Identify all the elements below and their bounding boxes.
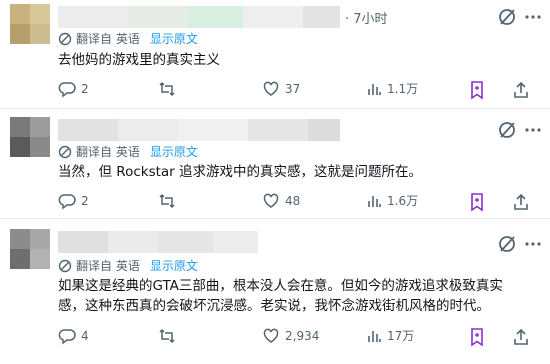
like-icon xyxy=(263,328,279,343)
reply-count: 4 xyxy=(81,329,89,343)
like-count: 37 xyxy=(285,82,301,96)
bookmark-icon[interactable] xyxy=(468,80,486,100)
share-icon[interactable] xyxy=(512,192,530,212)
translate-label: 翻译自 英语 xyxy=(76,145,140,159)
repost-button[interactable] xyxy=(158,327,181,347)
reply-button[interactable]: 2 xyxy=(58,192,89,212)
author-name-blurred[interactable] xyxy=(58,6,340,28)
post-2: 翻译自 英语 显示原文 当然，但 Rockstar 追求游戏中的真实感，这就是问题… xyxy=(0,109,550,213)
views-count: 1.6万 xyxy=(387,194,419,208)
post-text: 当然，但 Rockstar 追求游戏中的真实感，这就是问题所在。 xyxy=(58,162,422,182)
post-text-line: 感，这种东西真的会破坏沉浸感。老实说，我怀念游戏街机风格的时代。 xyxy=(58,298,490,314)
repost-button[interactable] xyxy=(158,192,181,212)
avatar[interactable] xyxy=(10,117,50,157)
views-icon xyxy=(368,196,381,207)
action-bar: 4 2,934 17万 xyxy=(58,327,538,347)
more-icon[interactable] xyxy=(522,233,544,255)
reply-count: 2 xyxy=(81,194,89,208)
translate-icon xyxy=(58,145,72,159)
share-icon[interactable] xyxy=(512,80,530,100)
views-button[interactable]: 1.6万 xyxy=(366,192,418,212)
avatar[interactable] xyxy=(10,229,50,269)
like-count: 48 xyxy=(285,194,301,208)
reply-icon xyxy=(58,82,76,98)
more-icon[interactable] xyxy=(522,119,544,141)
reply-button[interactable]: 4 xyxy=(58,327,89,347)
like-button[interactable]: 37 xyxy=(262,80,300,100)
like-button[interactable]: 2,934 xyxy=(262,327,319,347)
translation-note: 翻译自 英语 显示原文 xyxy=(58,143,198,160)
post-text-line: 当然，但 Rockstar 追求游戏中的真实感，这就是问题所在。 xyxy=(58,164,423,180)
action-bar: 2 48 1.6万 xyxy=(58,192,538,212)
translate-icon xyxy=(58,32,72,46)
post-3: 翻译自 英语 显示原文 如果这是经典的GTA三部曲，根本没人会在意。但如今的游戏追… xyxy=(0,219,550,364)
grok-icon[interactable] xyxy=(496,6,518,28)
like-count: 2,934 xyxy=(285,329,320,343)
views-icon xyxy=(368,331,381,342)
post-1: · 7小时 翻译自 英语 显示原文 去他妈的游戏里的真实主义 2 37 1.1万 xyxy=(0,0,550,108)
translation-note: 翻译自 英语 显示原文 xyxy=(58,257,198,274)
reply-icon xyxy=(58,194,76,210)
show-original-link[interactable]: 显示原文 xyxy=(150,145,198,159)
action-bar: 2 37 1.1万 xyxy=(58,80,538,100)
views-count: 1.1万 xyxy=(387,82,419,96)
views-button[interactable]: 1.1万 xyxy=(366,80,418,100)
post-time[interactable]: · 7小时 xyxy=(345,8,388,27)
avatar[interactable] xyxy=(10,4,50,44)
translate-label: 翻译自 英语 xyxy=(76,32,140,46)
post-text: 如果这是经典的GTA三部曲，根本没人会在意。但如今的游戏追求极致真实 感，这种东… xyxy=(58,276,528,316)
like-icon xyxy=(263,193,279,208)
show-original-link[interactable]: 显示原文 xyxy=(150,32,198,46)
post-text-line: 去他妈的游戏里的真实主义 xyxy=(58,52,220,68)
share-icon[interactable] xyxy=(512,327,530,347)
views-count: 17万 xyxy=(387,329,415,343)
show-original-link[interactable]: 显示原文 xyxy=(150,259,198,273)
post-text-line: 如果这是经典的GTA三部曲，根本没人会在意。但如今的游戏追求极致真实 xyxy=(58,278,503,294)
grok-icon[interactable] xyxy=(496,233,518,255)
translation-note: 翻译自 英语 显示原文 xyxy=(58,30,198,47)
author-name-blurred[interactable] xyxy=(58,231,258,253)
views-icon xyxy=(368,84,381,95)
like-button[interactable]: 48 xyxy=(262,192,300,212)
repost-icon xyxy=(159,193,175,209)
translate-icon xyxy=(58,259,72,273)
post-text: 去他妈的游戏里的真实主义 xyxy=(58,50,220,70)
more-icon[interactable] xyxy=(522,6,544,28)
bookmark-icon[interactable] xyxy=(468,192,486,212)
views-button[interactable]: 17万 xyxy=(366,327,414,347)
grok-icon[interactable] xyxy=(496,119,518,141)
reply-icon xyxy=(58,329,76,345)
translate-label: 翻译自 英语 xyxy=(76,259,140,273)
bookmark-icon[interactable] xyxy=(468,327,486,347)
like-icon xyxy=(263,81,279,96)
repost-button[interactable] xyxy=(158,80,181,100)
repost-icon xyxy=(159,328,175,344)
reply-count: 2 xyxy=(81,82,89,96)
repost-icon xyxy=(159,81,175,97)
author-name-blurred[interactable] xyxy=(58,119,340,141)
reply-button[interactable]: 2 xyxy=(58,80,89,100)
